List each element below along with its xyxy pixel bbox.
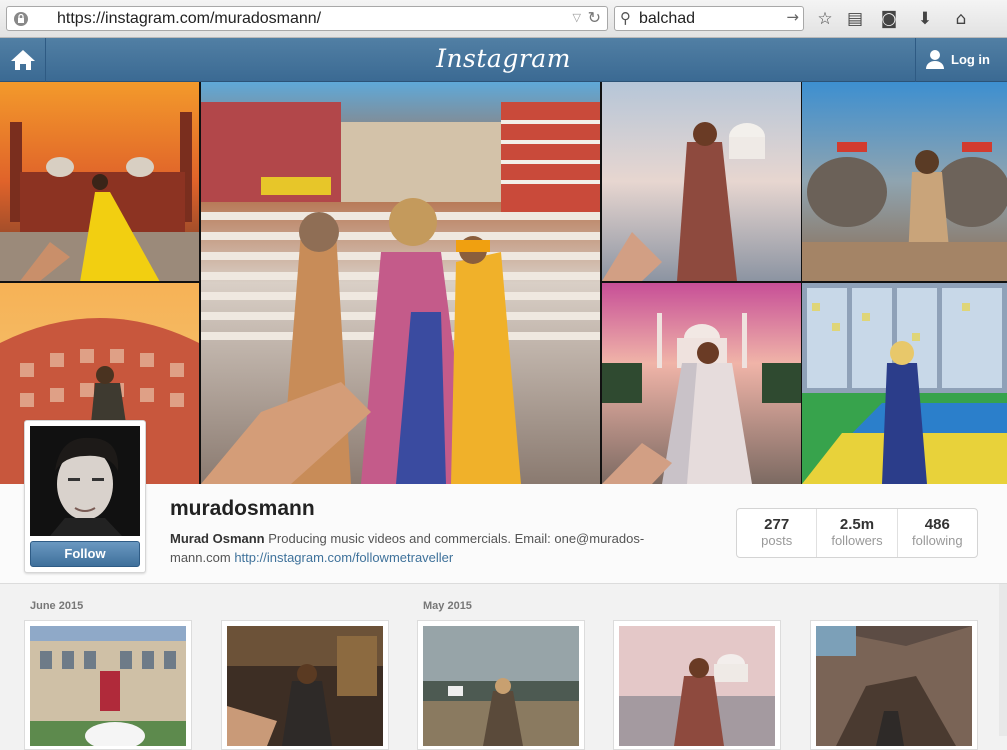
- stat-posts[interactable]: 277 posts: [737, 509, 818, 557]
- cover-photo[interactable]: [802, 283, 1007, 484]
- month-heading: June 2015: [30, 600, 84, 612]
- full-name: Murad Osmann: [170, 531, 265, 546]
- url-text: https://instagram.com/muradosmann/: [57, 10, 322, 27]
- month-heading: May 2015: [423, 600, 472, 612]
- reading-list-icon[interactable]: ▤: [844, 8, 866, 30]
- search-value: balchad: [639, 10, 696, 27]
- stat-label: followers: [831, 533, 883, 548]
- lock-icon: [14, 12, 28, 26]
- instagram-logo: Instagram: [436, 44, 571, 73]
- reload-icon[interactable]: ↻: [588, 8, 601, 27]
- profile-stats: 277 posts 2.5m followers 486 following: [736, 508, 978, 558]
- cover-photo[interactable]: [602, 82, 801, 281]
- browser-search-box[interactable]: ⚲ balchad →: [614, 6, 804, 31]
- stat-label: following: [912, 533, 963, 548]
- follow-button[interactable]: Follow: [30, 541, 140, 567]
- instagram-header: Instagram Log in: [0, 38, 1007, 82]
- stat-label: posts: [761, 533, 793, 548]
- user-icon: [926, 50, 944, 69]
- stat-value: 2.5m: [839, 516, 875, 533]
- star-icon[interactable]: ☆: [814, 8, 836, 30]
- feed-photo[interactable]: [613, 620, 781, 750]
- pocket-icon[interactable]: ◙: [878, 8, 900, 30]
- cover-mosaic: [0, 82, 1007, 484]
- browser-toolbar: https://instagram.com/muradosmann/ ▽ ↻ ⚲…: [0, 0, 1007, 38]
- feed-photo[interactable]: [810, 620, 978, 750]
- cover-photo[interactable]: [201, 82, 600, 484]
- stat-following[interactable]: 486 following: [898, 509, 977, 557]
- home-icon[interactable]: ⌂: [950, 8, 972, 30]
- login-label: Log in: [951, 52, 990, 67]
- page-scrollbar[interactable]: [999, 584, 1007, 736]
- profile-link[interactable]: http://instagram.com/followmetraveller: [234, 550, 453, 565]
- feed-photo[interactable]: [221, 620, 389, 750]
- history-dropdown-icon[interactable]: ▽: [573, 11, 581, 24]
- search-icon: ⚲: [620, 9, 631, 27]
- search-go-icon[interactable]: →: [786, 8, 799, 26]
- stat-value: 277: [764, 516, 790, 533]
- avatar-card: Follow: [24, 420, 146, 573]
- avatar[interactable]: [30, 426, 140, 536]
- house-icon: [11, 50, 35, 70]
- feed-photo[interactable]: [24, 620, 192, 750]
- feed-photo[interactable]: [417, 620, 585, 750]
- username: muradosmann: [170, 497, 315, 520]
- cover-photo[interactable]: [0, 82, 199, 281]
- cover-photo[interactable]: [602, 283, 801, 484]
- login-button[interactable]: Log in: [915, 38, 1007, 82]
- stat-value: 486: [924, 516, 950, 533]
- download-icon[interactable]: ⬇: [914, 8, 936, 30]
- ig-home-button[interactable]: [0, 38, 46, 82]
- profile-bio: Murad Osmann Producing music videos and …: [170, 529, 690, 567]
- cover-photo[interactable]: [802, 82, 1007, 281]
- stat-followers[interactable]: 2.5m followers: [817, 509, 898, 557]
- address-bar[interactable]: https://instagram.com/muradosmann/ ▽ ↻: [6, 6, 608, 31]
